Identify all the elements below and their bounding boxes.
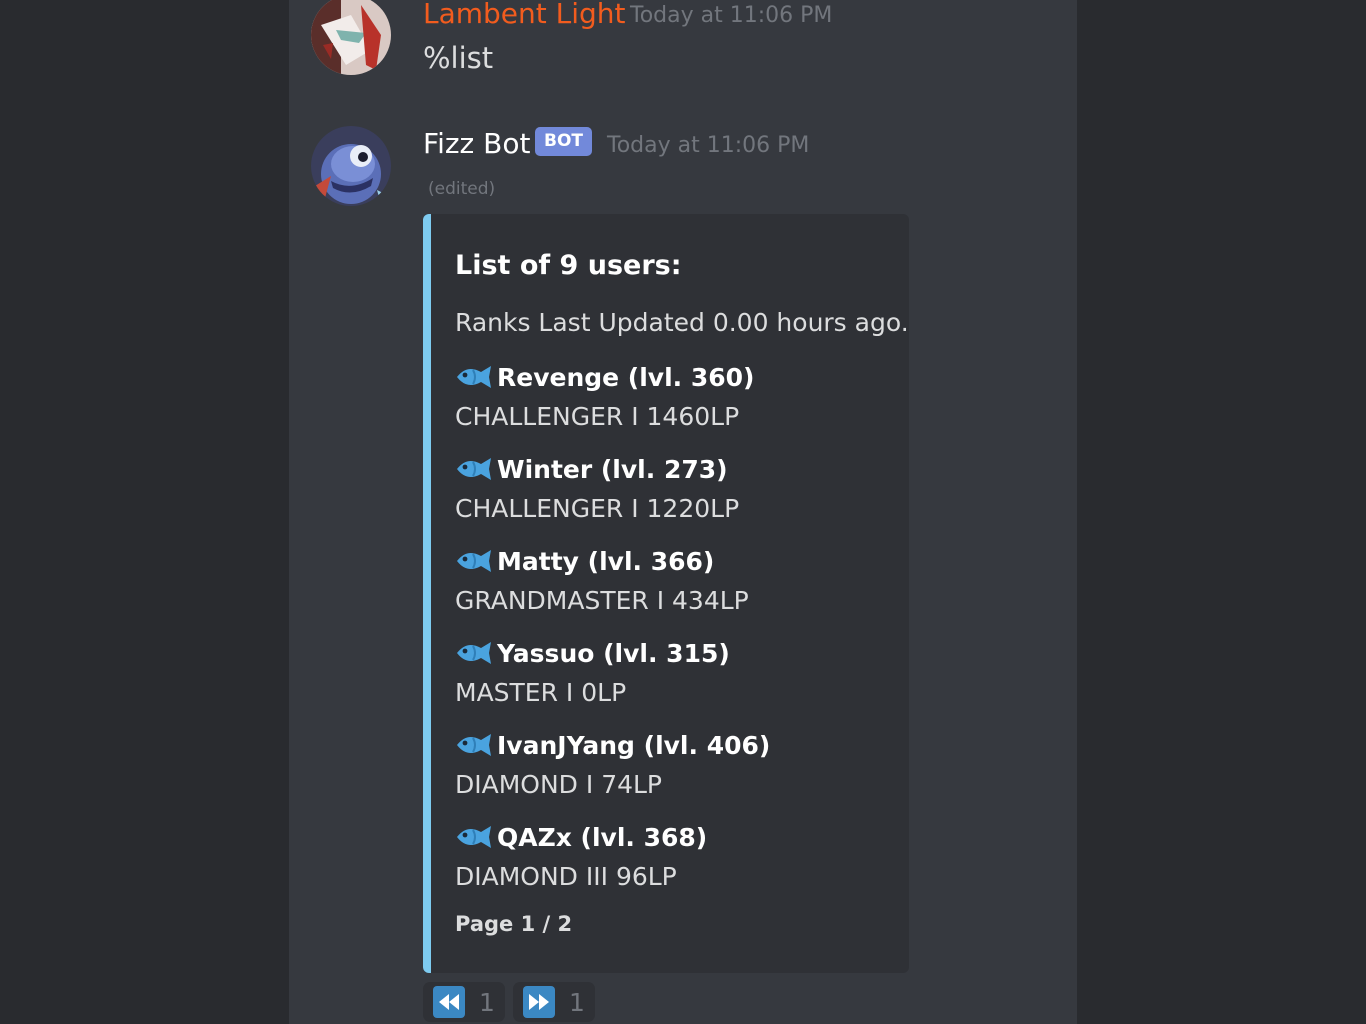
reaction-count: 1	[479, 987, 495, 1017]
rewind-icon	[433, 986, 465, 1018]
embed-description: Ranks Last Updated 0.00 hours ago.	[455, 308, 909, 337]
field-value: MASTER I 0LP	[455, 678, 627, 707]
author-name[interactable]: Lambent Light	[423, 0, 626, 30]
fast-forward-icon	[523, 986, 555, 1018]
fish-icon	[457, 366, 491, 388]
edited-label: (edited)	[428, 179, 496, 199]
chat-area: Lambent Light Today at 11:06 PM %list Fi…	[289, 0, 1077, 1024]
embed-field: IvanJYang (lvl. 406) DIAMOND I 74LP	[455, 727, 895, 803]
rank-list-embed: List of 9 users: Ranks Last Updated 0.00…	[423, 214, 909, 973]
embed-footer-page: Page 1 / 2	[455, 912, 573, 936]
lambent-light-avatar[interactable]	[311, 0, 391, 75]
embed-field: Winter (lvl. 273) CHALLENGER I 1220LP	[455, 451, 895, 527]
field-value: DIAMOND III 96LP	[455, 862, 677, 891]
message-timestamp: Today at 11:06 PM	[607, 133, 810, 158]
author-name[interactable]: Fizz Bot	[423, 128, 530, 160]
embed-field: QAZx (lvl. 368) DIAMOND III 96LP	[455, 819, 895, 895]
field-name: Revenge (lvl. 360)	[497, 362, 755, 392]
embed-field: Matty (lvl. 366) GRANDMASTER I 434LP	[455, 543, 895, 619]
fish-icon	[457, 458, 491, 480]
field-value: CHALLENGER I 1220LP	[455, 494, 740, 523]
message-text: %list	[423, 41, 494, 75]
field-name: Winter (lvl. 273)	[497, 454, 728, 484]
message-timestamp: Today at 11:06 PM	[630, 3, 833, 28]
fish-icon	[457, 642, 491, 664]
reaction-rewind[interactable]: 1	[423, 982, 505, 1022]
field-name: IvanJYang (lvl. 406)	[497, 730, 771, 760]
field-name: QAZx (lvl. 368)	[497, 822, 708, 852]
reaction-count: 1	[569, 987, 585, 1017]
field-name: Matty (lvl. 366)	[497, 546, 715, 576]
fish-icon	[457, 550, 491, 572]
reaction-fast-forward[interactable]: 1	[513, 982, 595, 1022]
embed-title: List of 9 users:	[455, 250, 682, 281]
field-name: Yassuo (lvl. 315)	[497, 638, 730, 668]
field-value: GRANDMASTER I 434LP	[455, 586, 749, 615]
fish-icon	[457, 826, 491, 848]
fizz-bot-avatar[interactable]	[311, 126, 391, 206]
embed-field: Yassuo (lvl. 315) MASTER I 0LP	[455, 635, 895, 711]
embed-field: Revenge (lvl. 360) CHALLENGER I 1460LP	[455, 359, 895, 435]
bot-tag: BOT	[535, 127, 593, 156]
field-value: DIAMOND I 74LP	[455, 770, 663, 799]
embed-accent-bar	[423, 214, 431, 973]
fish-icon	[457, 734, 491, 756]
field-value: CHALLENGER I 1460LP	[455, 402, 740, 431]
